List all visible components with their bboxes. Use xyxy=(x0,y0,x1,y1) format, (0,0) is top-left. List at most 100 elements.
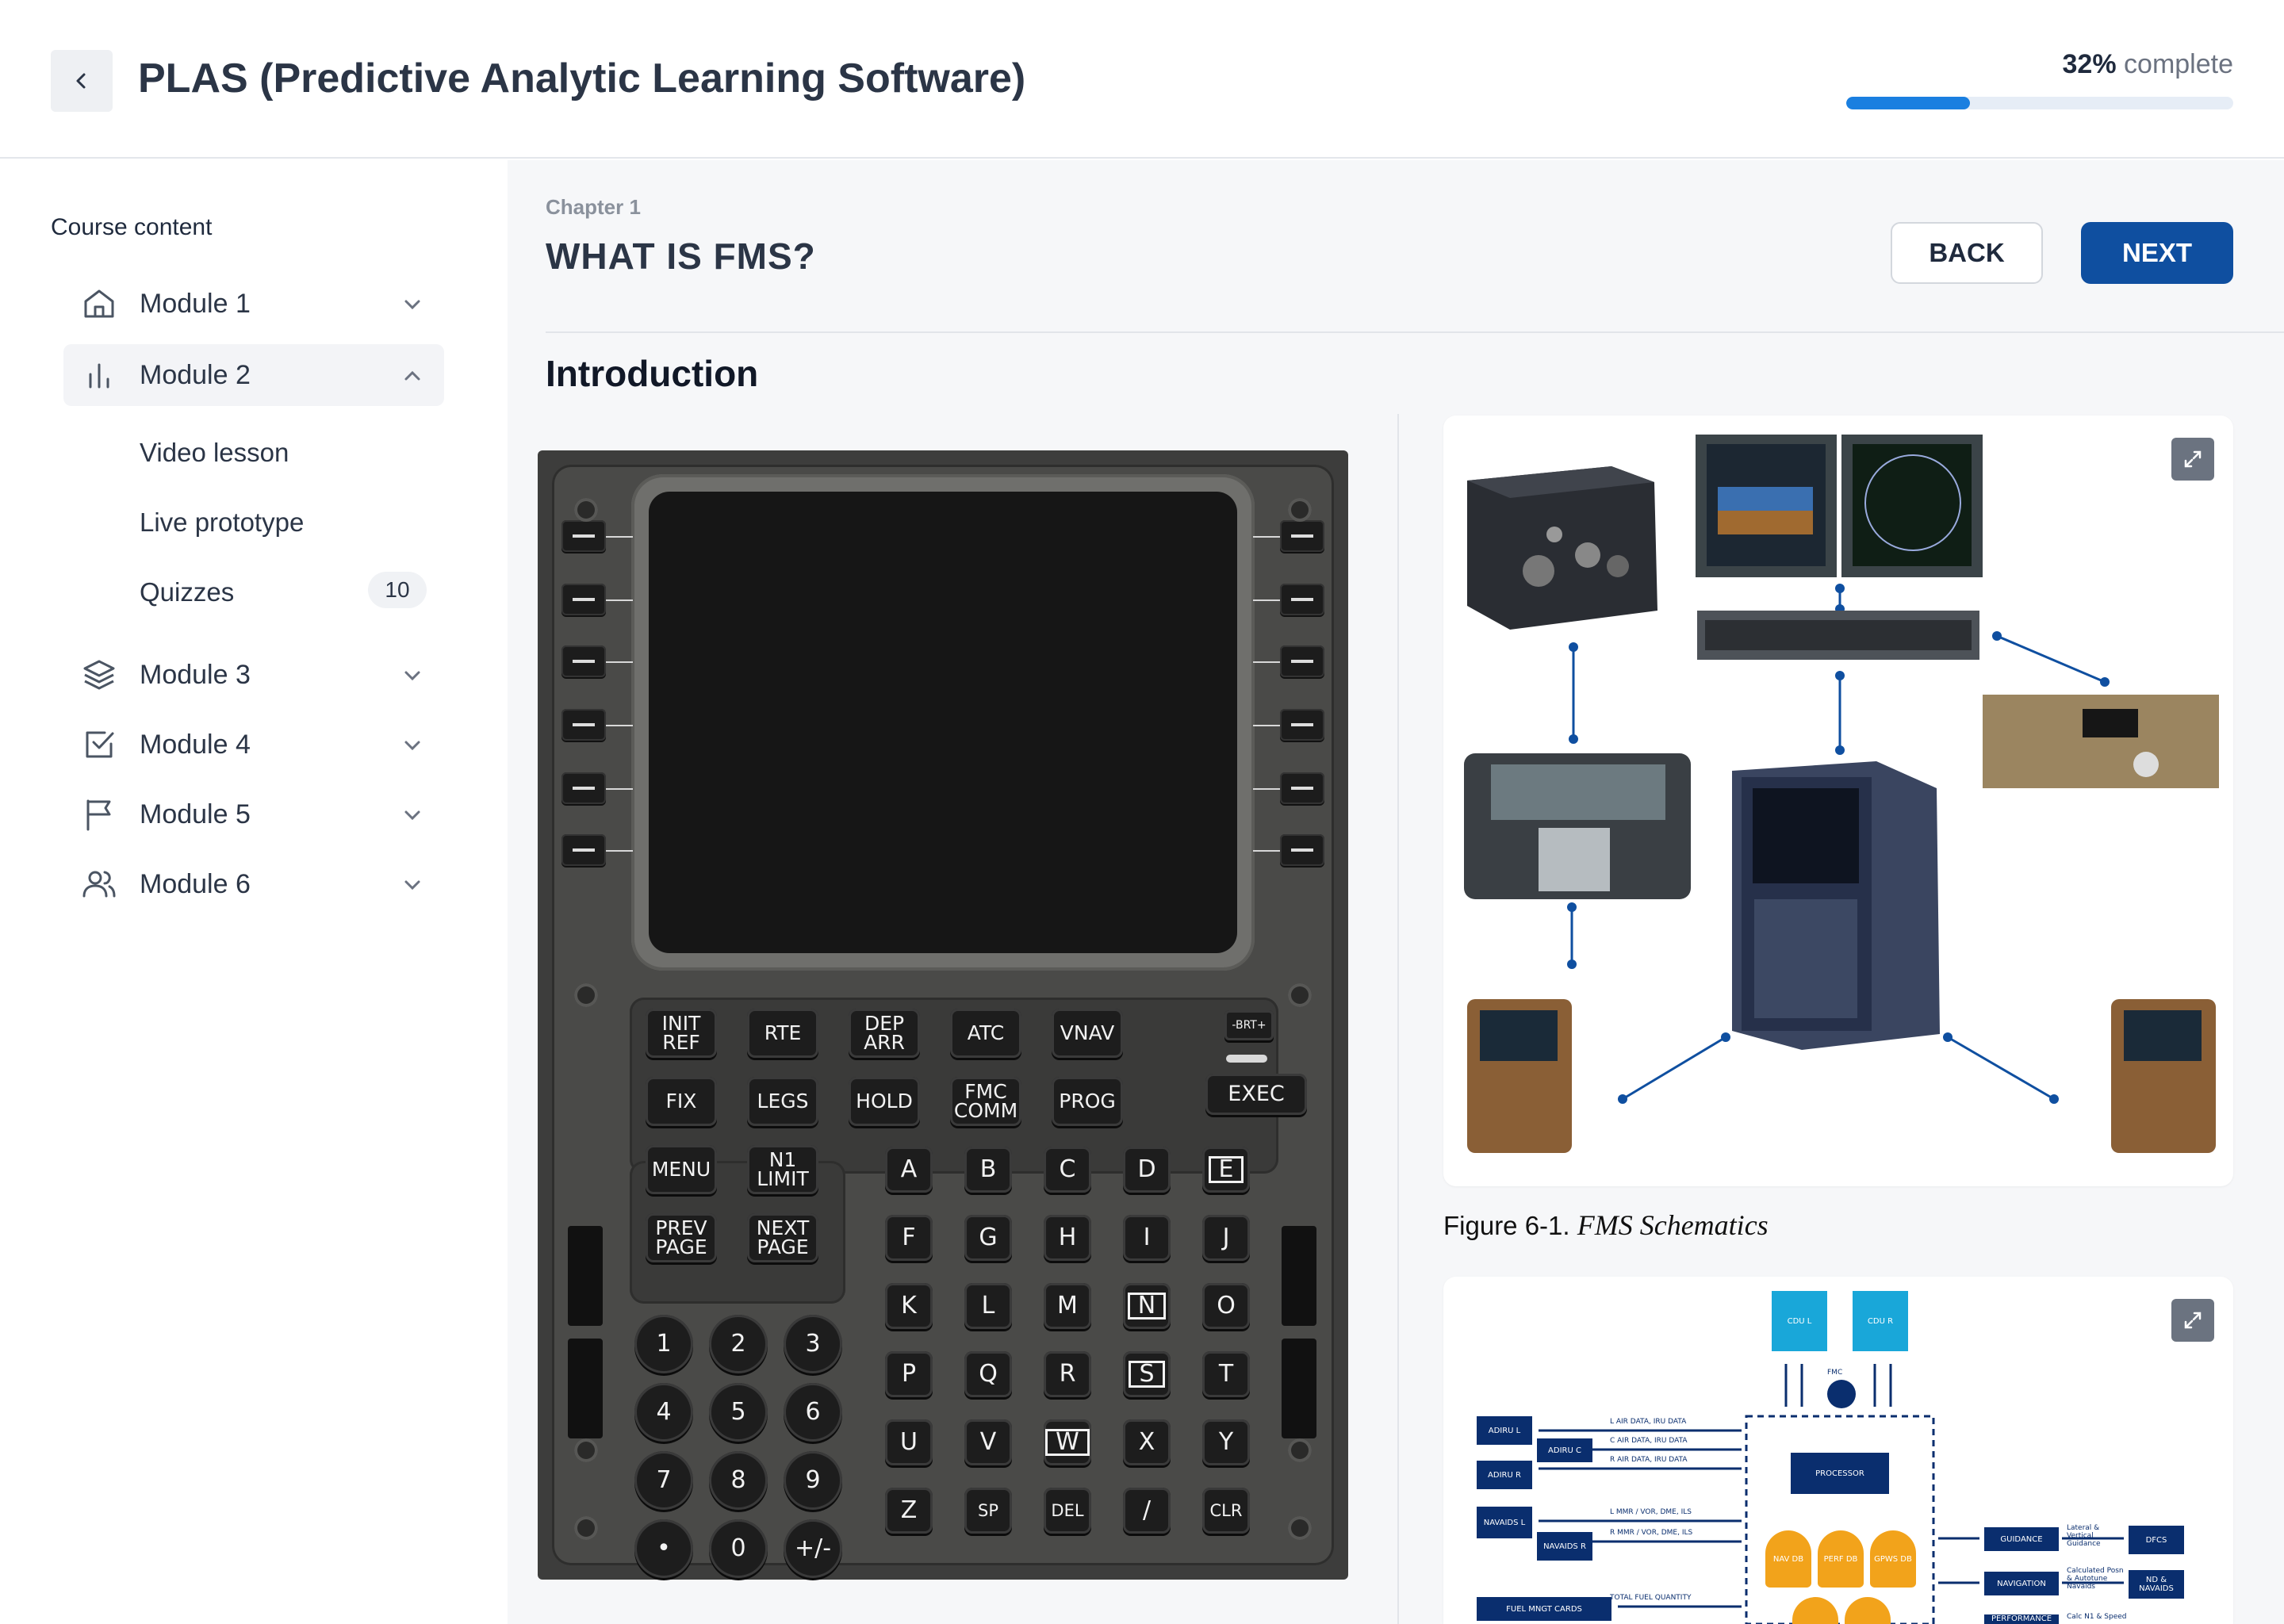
dep-arr-key[interactable]: DEP ARR xyxy=(849,1009,920,1058)
alpha-key[interactable]: CLR xyxy=(1202,1488,1250,1534)
alpha-key[interactable]: W xyxy=(1044,1419,1091,1465)
module-label: Module 5 xyxy=(140,799,251,829)
numeric-key[interactable]: 8 xyxy=(709,1451,768,1510)
numeric-key[interactable]: 2 xyxy=(709,1315,768,1373)
alpha-key[interactable]: Q xyxy=(964,1351,1012,1397)
alpha-key[interactable]: Y xyxy=(1202,1419,1250,1465)
line-select-key-r6[interactable] xyxy=(1280,834,1324,866)
alpha-key[interactable]: SP xyxy=(964,1488,1012,1534)
key-label: 4 xyxy=(656,1398,672,1426)
line-select-key-r3[interactable] xyxy=(1280,645,1324,677)
sidebar-subitem-video-lesson[interactable]: Video lesson xyxy=(140,438,289,468)
prog-key[interactable]: PROG xyxy=(1052,1077,1123,1126)
sidebar-item-module-3[interactable]: Module 3 xyxy=(63,644,444,706)
lsk-connector xyxy=(1253,536,1280,538)
alpha-key[interactable]: H xyxy=(1044,1215,1091,1261)
numeric-key[interactable]: 0 xyxy=(709,1519,768,1578)
n1-limit-key[interactable]: N1 LIMIT xyxy=(747,1145,818,1194)
numeric-key[interactable]: 5 xyxy=(709,1383,768,1442)
line-select-key-r5[interactable] xyxy=(1280,772,1324,804)
alpha-key[interactable]: E xyxy=(1202,1147,1250,1193)
sidebar-subitem-quizzes[interactable]: Quizzes xyxy=(140,577,234,607)
key-label: V xyxy=(979,1428,997,1456)
alpha-key[interactable]: B xyxy=(964,1147,1012,1193)
line-select-key-l4[interactable] xyxy=(561,709,606,741)
alpha-key[interactable]: P xyxy=(885,1351,933,1397)
numeric-key[interactable]: 9 xyxy=(784,1451,842,1510)
key-label: L xyxy=(981,1292,995,1320)
cdu-display xyxy=(649,492,1237,953)
prev-page-key[interactable]: PREV PAGE xyxy=(646,1213,717,1262)
numeric-key[interactable]: +/- xyxy=(784,1519,842,1578)
line-select-key-r2[interactable] xyxy=(1280,584,1324,615)
alpha-key[interactable]: C xyxy=(1044,1147,1091,1193)
numeric-key[interactable]: 4 xyxy=(634,1383,693,1442)
line-select-key-l1[interactable] xyxy=(561,520,606,552)
numeric-key[interactable]: 6 xyxy=(784,1383,842,1442)
diagram-cdu-r: CDU R xyxy=(1853,1291,1908,1351)
alpha-key[interactable]: / xyxy=(1123,1488,1171,1534)
line-select-key-r1[interactable] xyxy=(1280,520,1324,552)
sidebar-item-module-6[interactable]: Module 6 xyxy=(63,853,444,915)
back-button[interactable]: BACK xyxy=(1891,222,2043,284)
alpha-key[interactable]: V xyxy=(964,1419,1012,1465)
alpha-key[interactable]: T xyxy=(1202,1351,1250,1397)
menu-key[interactable]: MENU xyxy=(646,1145,717,1194)
rte-key[interactable]: RTE xyxy=(747,1009,818,1058)
numeric-key[interactable]: 1 xyxy=(634,1315,693,1373)
alpha-key[interactable]: S xyxy=(1123,1351,1171,1397)
lsk-connector xyxy=(606,599,633,601)
alpha-key[interactable]: DEL xyxy=(1044,1488,1091,1534)
alpha-key[interactable]: X xyxy=(1123,1419,1171,1465)
sidebar-item-module-1[interactable]: Module 1 xyxy=(63,273,444,335)
next-page-key[interactable]: NEXT PAGE xyxy=(747,1213,818,1262)
alpha-key[interactable]: R xyxy=(1044,1351,1091,1397)
numeric-key[interactable]: 7 xyxy=(634,1451,693,1510)
alpha-key[interactable]: F xyxy=(885,1215,933,1261)
alpha-key[interactable]: G xyxy=(964,1215,1012,1261)
sidebar-item-module-2[interactable]: Module 2 xyxy=(63,344,444,406)
sidebar-subitem-live-prototype[interactable]: Live prototype xyxy=(140,508,304,538)
numeric-key[interactable]: 3 xyxy=(784,1315,842,1373)
legs-key[interactable]: LEGS xyxy=(747,1077,818,1126)
diagram-performance: PERFORMANCE xyxy=(1984,1614,2059,1624)
flight-computer-unit xyxy=(1467,466,1657,630)
init-ref-key[interactable]: INIT REF xyxy=(646,1009,717,1058)
key-label: C xyxy=(1059,1155,1076,1183)
line-select-key-l2[interactable] xyxy=(561,584,606,615)
alpha-key[interactable]: J xyxy=(1202,1215,1250,1261)
alpha-key[interactable]: U xyxy=(885,1419,933,1465)
sidebar-item-module-4[interactable]: Module 4 xyxy=(63,714,444,776)
line-select-key-l6[interactable] xyxy=(561,834,606,866)
atc-key[interactable]: ATC xyxy=(950,1009,1021,1058)
back-nav-button[interactable] xyxy=(51,50,113,112)
line-select-key-l3[interactable] xyxy=(561,645,606,677)
alpha-key[interactable]: D xyxy=(1123,1147,1171,1193)
line-select-key-l5[interactable] xyxy=(561,772,606,804)
bar-chart-icon xyxy=(89,363,109,389)
alpha-key[interactable]: A xyxy=(885,1147,933,1193)
alpha-key[interactable]: K xyxy=(885,1283,933,1329)
side-slot xyxy=(568,1339,603,1438)
exec-key[interactable]: EXEC xyxy=(1205,1074,1307,1115)
vnav-key[interactable]: VNAV xyxy=(1052,1009,1123,1058)
next-button[interactable]: NEXT xyxy=(2081,222,2233,284)
alpha-key[interactable]: I xyxy=(1123,1215,1171,1261)
alpha-key[interactable]: O xyxy=(1202,1283,1250,1329)
expand-figure-button[interactable] xyxy=(2171,438,2214,481)
numeric-key[interactable]: • xyxy=(634,1519,693,1578)
fmc-comm-key[interactable]: FMC COMM xyxy=(950,1077,1021,1126)
line-select-key-r4[interactable] xyxy=(1280,709,1324,741)
screw xyxy=(574,498,598,522)
alpha-key[interactable]: L xyxy=(964,1283,1012,1329)
alpha-key[interactable]: Z xyxy=(885,1488,933,1534)
key-label: RTE xyxy=(764,1021,802,1044)
alpha-key[interactable]: M xyxy=(1044,1283,1091,1329)
hold-key[interactable]: HOLD xyxy=(849,1077,920,1126)
expand-figure-button[interactable] xyxy=(2171,1299,2214,1342)
brightness-key[interactable]: -BRT+ xyxy=(1224,1010,1274,1040)
sidebar-item-module-5[interactable]: Module 5 xyxy=(63,783,444,845)
alpha-key[interactable]: N xyxy=(1123,1283,1171,1329)
diagram-r-air: R AIR DATA, IRU DATA xyxy=(1610,1456,1688,1464)
fix-key[interactable]: FIX xyxy=(646,1077,717,1126)
